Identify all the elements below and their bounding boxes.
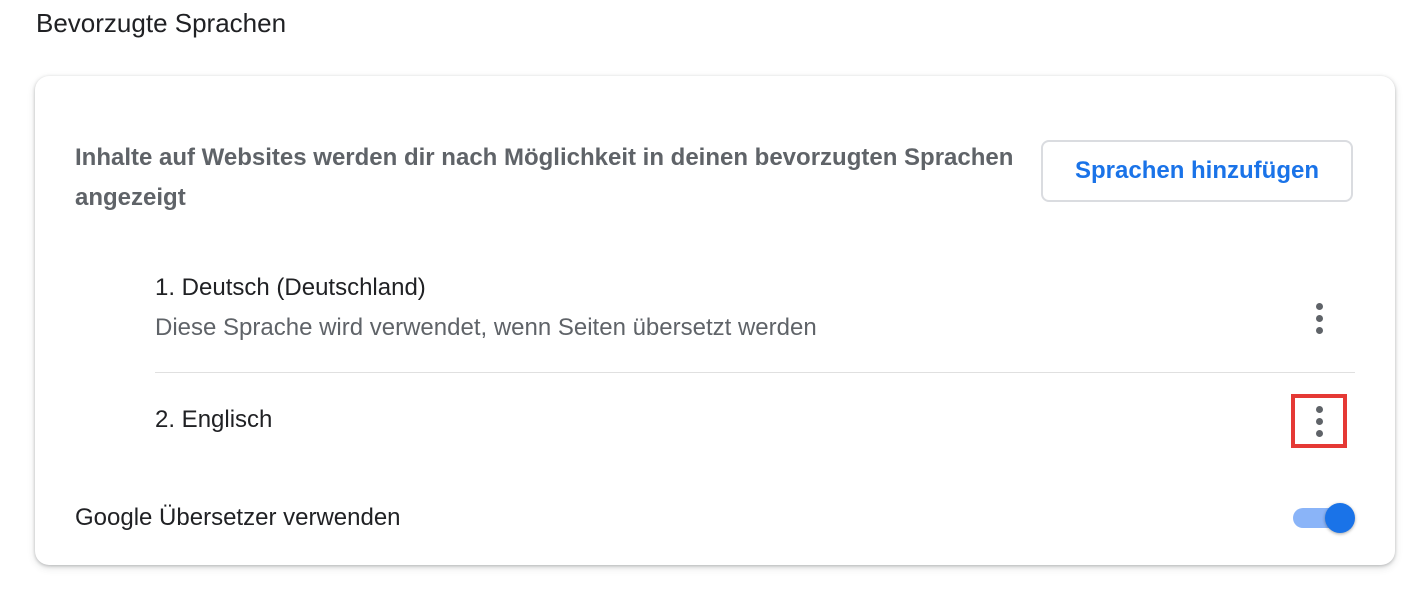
google-translate-label: Google Übersetzer verwenden — [75, 504, 401, 531]
google-translate-toggle[interactable] — [1293, 502, 1355, 534]
languages-card: Inhalte auf Websites werden dir nach Mög… — [35, 76, 1395, 565]
language-name: 1. Deutsch (Deutschland) — [155, 274, 426, 301]
toggle-knob — [1325, 503, 1355, 533]
more-vert-icon[interactable] — [1291, 394, 1347, 448]
language-item-german: 1. Deutsch (Deutschland) Diese Sprache w… — [155, 266, 1355, 372]
settings-page: Bevorzugte Sprachen Inhalte auf Websites… — [0, 0, 1428, 598]
language-item-english: 2. Englisch — [155, 374, 1355, 470]
google-translate-row: Google Übersetzer verwenden — [75, 498, 1355, 538]
add-languages-button[interactable]: Sprachen hinzufügen — [1041, 140, 1353, 202]
language-divider — [155, 372, 1355, 373]
languages-description: Inhalte auf Websites werden dir nach Mög… — [75, 144, 1014, 211]
section-title: Bevorzugte Sprachen — [36, 8, 287, 38]
language-subtitle: Diese Sprache wird verwendet, wenn Seite… — [155, 314, 817, 341]
language-name: 2. Englisch — [155, 406, 273, 433]
more-vert-icon[interactable] — [1293, 292, 1345, 344]
